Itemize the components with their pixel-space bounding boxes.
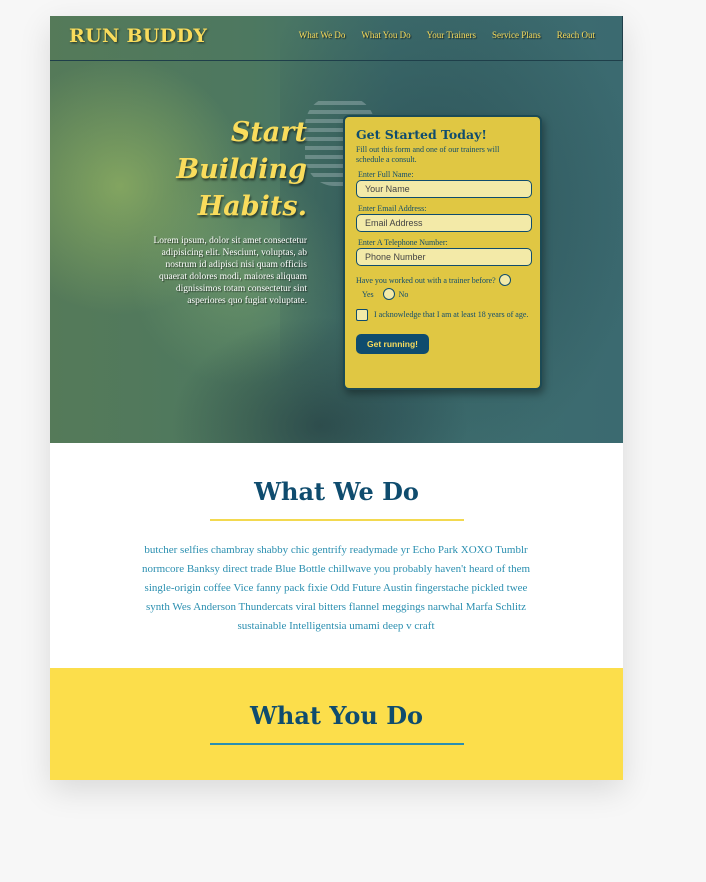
nav-link-reach-out[interactable]: Reach Out (557, 30, 595, 40)
trainer-answer-options: Yes No (362, 288, 529, 300)
main-nav: What We Do What You Do Your Trainers Ser… (299, 30, 595, 40)
hero-section: RUN BUDDY What We Do What You Do Your Tr… (50, 16, 623, 443)
trainer-question-label: Have you worked out with a trainer befor… (356, 275, 496, 285)
what-we-do-section: What We Do butcher selfies chambray shab… (50, 443, 623, 668)
site-logo[interactable]: RUN BUDDY (69, 25, 207, 47)
age-checkbox[interactable] (356, 309, 368, 321)
hero-title: Start Building Habits. (140, 114, 307, 225)
what-we-do-divider (210, 519, 464, 521)
hero-description: Lorem ipsum, dolor sit amet consectetur … (153, 236, 307, 306)
what-we-do-text: butcher selfies chambray shabby chic gen… (141, 544, 531, 632)
page: RUN BUDDY What We Do What You Do Your Tr… (50, 16, 623, 780)
yes-label: Yes (362, 289, 374, 299)
trainer-question: Have you worked out with a trainer befor… (356, 274, 529, 286)
form-title: Get Started Today! (356, 127, 487, 142)
form-subtitle: Fill out this form and one of our traine… (356, 145, 500, 164)
nav-link-what-you-do[interactable]: What You Do (361, 30, 410, 40)
get-started-form: Get Started Today! Fill out this form an… (343, 115, 542, 390)
hero-title-line-2: Building (176, 154, 307, 185)
nav-link-service-plans[interactable]: Service Plans (492, 30, 541, 40)
yes-radio[interactable] (498, 274, 511, 286)
what-you-do-title: What You Do (249, 701, 424, 730)
hero-title-line-3: Habits. (197, 191, 307, 222)
hero-intro: Start Building Habits. Lorem ipsum, dolo… (140, 114, 307, 317)
phone-label: Enter A Telephone Number: (358, 238, 448, 247)
full-name-label: Enter Full Name: (358, 170, 414, 179)
no-label: No (398, 289, 409, 299)
nav-link-your-trainers[interactable]: Your Trainers (427, 30, 476, 40)
hero-title-line-1: Start (230, 117, 307, 148)
age-acknowledgement: I acknowledge that I am at least 18 year… (356, 308, 529, 321)
what-you-do-section: What You Do (50, 668, 623, 780)
email-input[interactable]: Email Address (356, 214, 532, 232)
email-label: Enter Email Address: (358, 204, 427, 213)
site-header: RUN BUDDY What We Do What You Do Your Tr… (50, 16, 623, 61)
what-we-do-title: What We Do (254, 477, 419, 506)
get-running-button[interactable]: Get running! (356, 334, 429, 354)
nav-link-what-we-do[interactable]: What We Do (299, 30, 346, 40)
age-checkbox-label: I acknowledge that I am at least 18 year… (374, 310, 529, 319)
phone-input[interactable]: Phone Number (356, 248, 532, 266)
no-radio[interactable] (382, 288, 395, 300)
what-you-do-divider (210, 743, 464, 745)
full-name-input[interactable]: Your Name (356, 180, 532, 198)
